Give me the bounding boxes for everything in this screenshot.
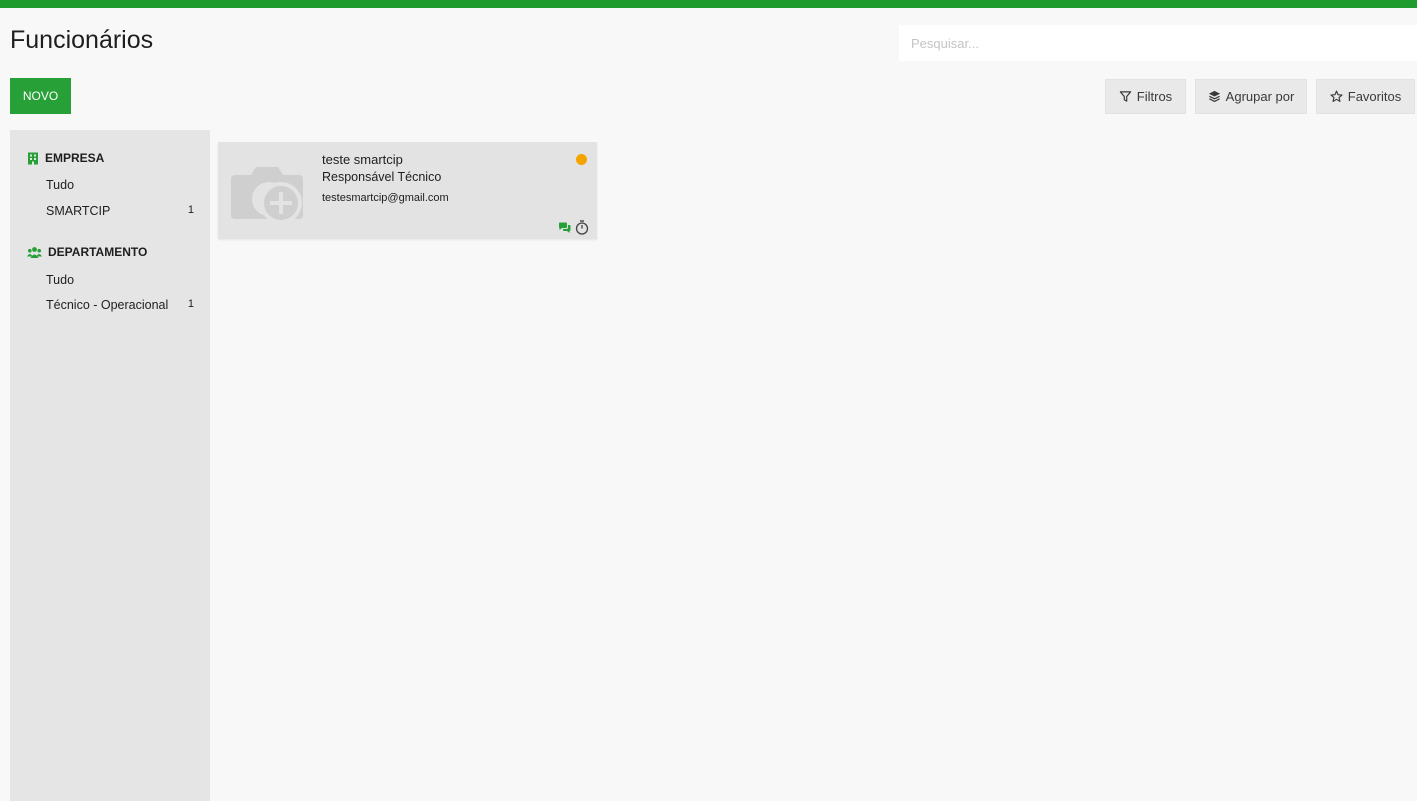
employee-name: teste smartcip xyxy=(322,152,403,167)
filters-label: Filtros xyxy=(1136,89,1173,104)
filter-icon xyxy=(1119,91,1132,102)
group-by-button[interactable]: Agrupar por xyxy=(1195,79,1307,114)
filters-button[interactable]: Filtros xyxy=(1105,79,1186,114)
filter-item-label: Tudo xyxy=(46,178,75,192)
search-panel-sidebar: EMPRESA Tudo SMARTCIP 1 DEPARTAMENTO Tud… xyxy=(10,130,210,801)
group-by-label: Agrupar por xyxy=(1225,89,1295,104)
filter-item-smartcip[interactable]: SMARTCIP 1 xyxy=(46,204,194,218)
filter-item-count: 1 xyxy=(187,204,194,216)
filter-item-count: 1 xyxy=(187,298,194,310)
new-button[interactable]: NOVO xyxy=(10,78,71,114)
favorites-button[interactable]: Favoritos xyxy=(1316,79,1415,114)
filter-item-empresa-all[interactable]: Tudo xyxy=(46,178,194,192)
section-title-label: EMPRESA xyxy=(45,151,105,165)
filter-item-label: SMARTCIP xyxy=(46,204,111,218)
chat-icon[interactable] xyxy=(558,222,571,234)
filter-item-label: Técnico - Operacional xyxy=(46,298,169,312)
filter-item-label: Tudo xyxy=(46,273,75,287)
building-icon xyxy=(28,152,38,164)
star-icon xyxy=(1330,90,1343,102)
camera-placeholder-icon[interactable] xyxy=(229,159,305,225)
section-title-label: DEPARTAMENTO xyxy=(48,245,148,259)
employee-job-title: Responsável Técnico xyxy=(322,170,442,184)
section-title-departamento: DEPARTAMENTO xyxy=(27,245,147,259)
search-input[interactable] xyxy=(899,25,1417,61)
top-brand-bar xyxy=(0,0,1417,8)
employee-email: testesmartcip@gmail.com xyxy=(322,192,449,204)
users-icon xyxy=(27,246,42,258)
favorites-label: Favoritos xyxy=(1347,89,1402,104)
presence-status-dot xyxy=(576,154,587,165)
layers-icon xyxy=(1208,90,1220,103)
timer-icon[interactable] xyxy=(575,220,589,235)
page-title: Funcionários xyxy=(10,26,154,54)
filter-item-tecnico-operacional[interactable]: Técnico - Operacional 1 xyxy=(46,298,194,312)
section-title-empresa: EMPRESA xyxy=(27,151,104,165)
filter-item-departamento-all[interactable]: Tudo xyxy=(46,273,194,287)
employee-card[interactable]: teste smartcip Responsável Técnico teste… xyxy=(218,142,597,239)
